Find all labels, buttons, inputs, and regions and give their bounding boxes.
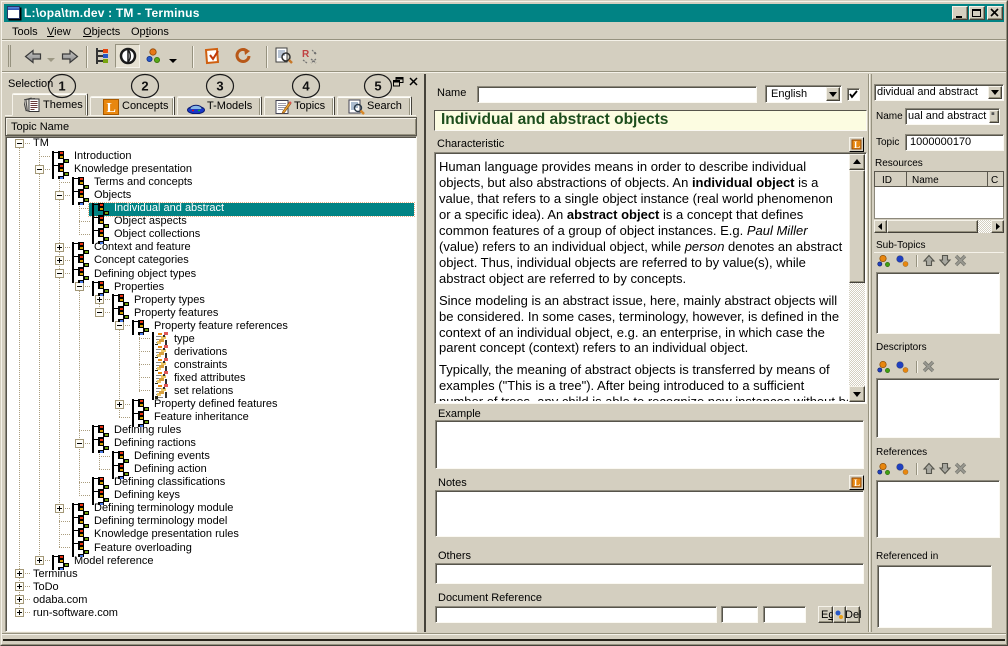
svg-text:3: 3 — [216, 79, 223, 94]
svg-text:L: L — [854, 140, 860, 150]
svg-text:5: 5 — [374, 79, 381, 94]
svg-text:2: 2 — [141, 79, 148, 94]
svg-text:4: 4 — [302, 79, 310, 94]
svg-text:L: L — [107, 101, 116, 115]
svg-text:1: 1 — [58, 79, 65, 94]
svg-text:R: R — [302, 49, 310, 60]
svg-text:L: L — [854, 478, 860, 488]
